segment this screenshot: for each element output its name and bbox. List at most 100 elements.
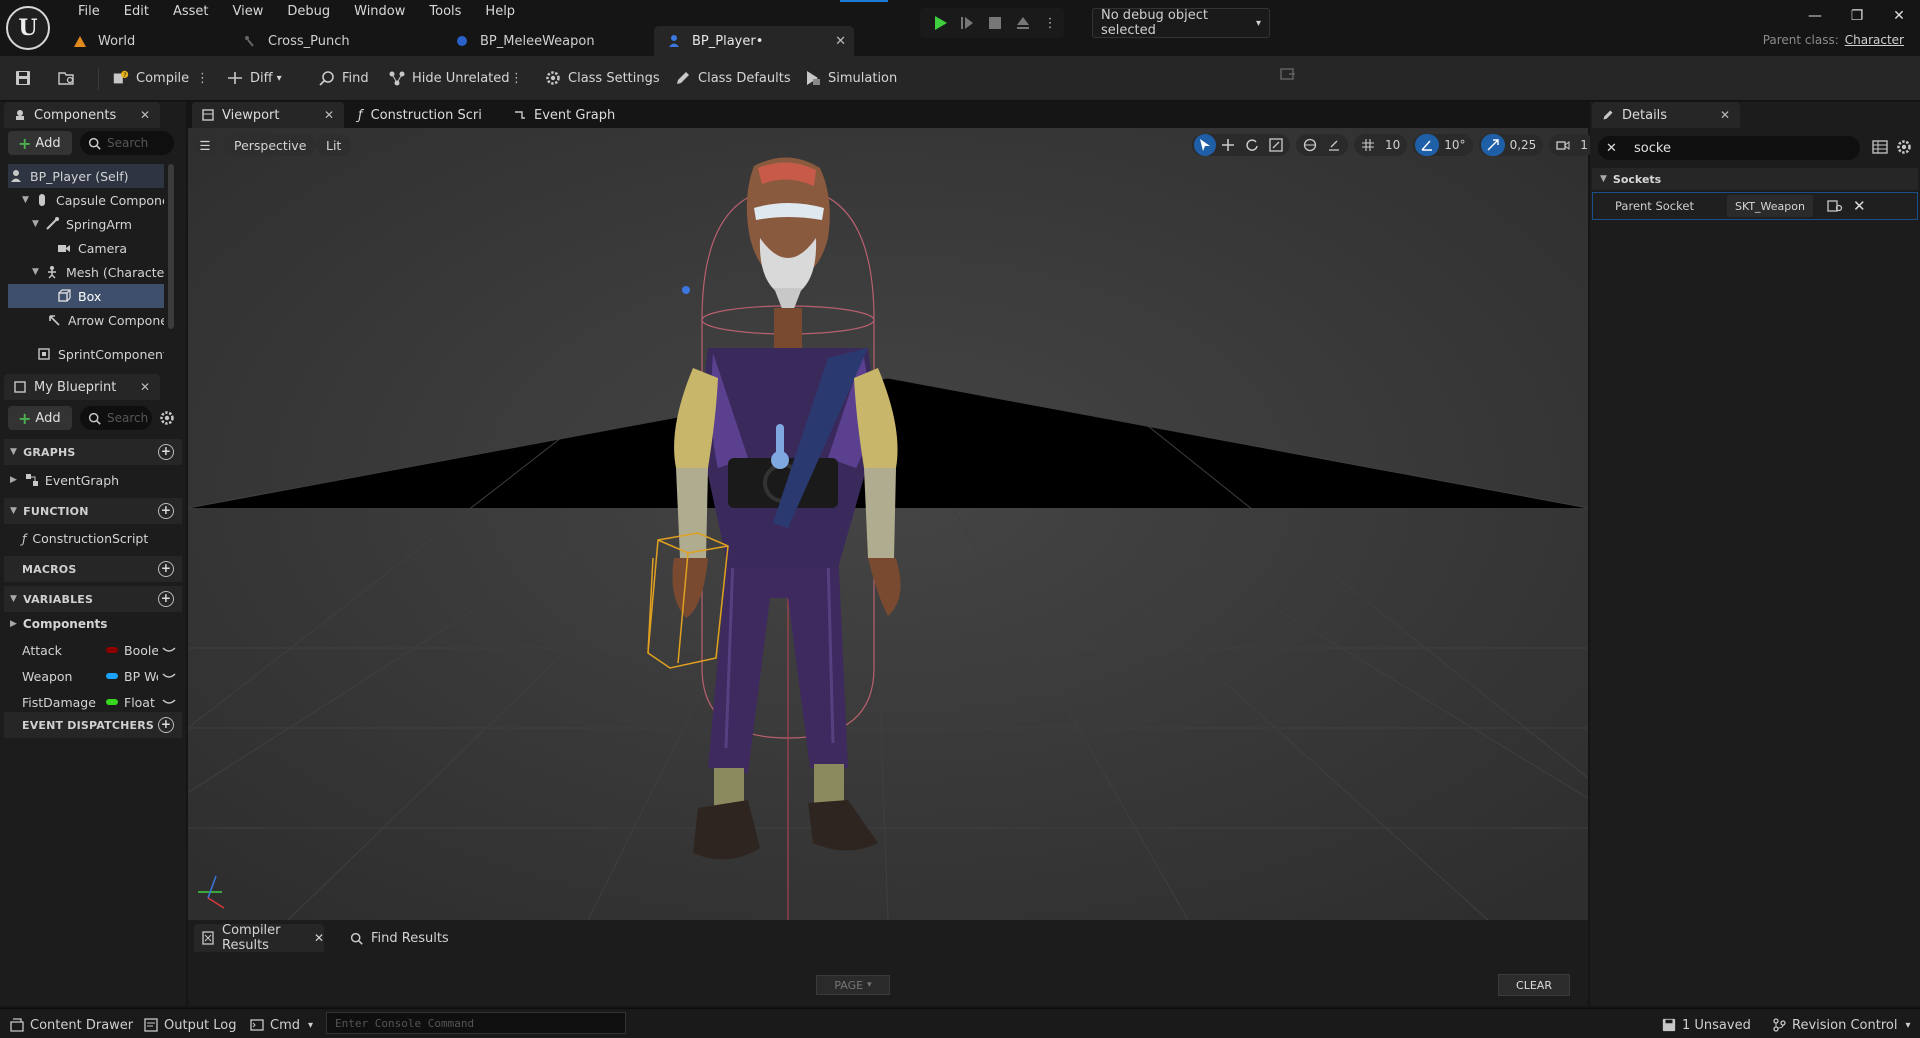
tab-compiler-results[interactable]: Compiler Results ✕ bbox=[194, 923, 324, 953]
minimize-icon[interactable]: — bbox=[1794, 0, 1836, 32]
simulation-button[interactable]: Simulation bbox=[804, 64, 897, 92]
add-member-button[interactable]: + Add bbox=[8, 406, 72, 430]
step-icon[interactable] bbox=[954, 9, 982, 37]
tab-viewport[interactable]: Viewport ✕ bbox=[192, 102, 344, 128]
menu-edit[interactable]: Edit bbox=[112, 2, 161, 22]
play-icon[interactable] bbox=[926, 9, 954, 37]
perspective-button[interactable]: Perspective bbox=[224, 134, 317, 156]
tree-item-camera[interactable]: Camera bbox=[8, 236, 164, 260]
restore-icon[interactable]: ❐ bbox=[1836, 0, 1878, 32]
add-component-button[interactable]: + Add bbox=[8, 131, 72, 155]
debug-filter-icon[interactable] bbox=[1280, 66, 1296, 82]
grid-snap-value[interactable]: 10 bbox=[1380, 134, 1405, 156]
menu-window[interactable]: Window bbox=[342, 2, 417, 22]
tab-cross-punch[interactable]: Cross_Punch bbox=[230, 26, 442, 56]
add-variable-icon[interactable]: + bbox=[158, 591, 174, 607]
tree-item-arrow[interactable]: Arrow Component bbox=[8, 308, 164, 332]
clear-value-icon[interactable]: ✕ bbox=[1853, 197, 1866, 215]
cmd-dropdown[interactable]: Cmd ▾ bbox=[250, 1015, 313, 1035]
translate-icon[interactable] bbox=[1216, 134, 1240, 156]
components-scrollbar[interactable] bbox=[168, 164, 174, 329]
eye-closed-icon[interactable] bbox=[162, 672, 176, 680]
page-dropdown[interactable]: PAGE ▾ bbox=[816, 975, 890, 995]
rotation-snap-icon[interactable] bbox=[1415, 134, 1440, 156]
section-graphs[interactable]: ▼ GRAPHS + bbox=[4, 439, 182, 465]
expand-arrow-icon[interactable]: ▼ bbox=[32, 219, 42, 229]
scale-icon[interactable] bbox=[1264, 134, 1288, 156]
variable-weapon[interactable]: Weapon BP Weapon bbox=[22, 664, 182, 688]
add-macro-icon[interactable]: + bbox=[158, 561, 174, 577]
graph-eventgraph[interactable]: ▶ EventGraph bbox=[10, 468, 180, 492]
variable-fistdamage[interactable]: FistDamage Float bbox=[22, 690, 182, 714]
tab-world[interactable]: World bbox=[60, 26, 230, 56]
gear-icon[interactable] bbox=[159, 410, 175, 426]
select-icon[interactable] bbox=[1194, 134, 1216, 156]
expand-arrow-icon[interactable]: ▶ bbox=[10, 619, 17, 629]
section-sockets[interactable]: ▼ Sockets bbox=[1592, 168, 1918, 190]
parent-socket-value[interactable]: SKT_Weapon bbox=[1727, 195, 1813, 217]
world-space-icon[interactable] bbox=[1298, 134, 1322, 156]
expand-arrow-icon[interactable]: ▼ bbox=[32, 267, 42, 277]
tab-construction-script[interactable]: ƒ Construction Script bbox=[348, 102, 498, 128]
grid-snap-icon[interactable] bbox=[1356, 134, 1380, 156]
tree-item-box[interactable]: Box bbox=[8, 284, 164, 308]
tree-item-capsule[interactable]: ▼ Capsule Component bbox=[8, 188, 164, 212]
section-variables[interactable]: ▼ VARIABLES + bbox=[4, 586, 182, 612]
tree-item-sprint[interactable]: SprintComponent bbox=[8, 342, 164, 366]
tab-find-results[interactable]: Find Results bbox=[342, 924, 449, 952]
eject-icon[interactable] bbox=[1009, 9, 1037, 37]
tree-item-self[interactable]: BP_Player (Self) bbox=[8, 164, 164, 188]
class-settings-button[interactable]: Class Settings bbox=[544, 64, 660, 92]
hide-unrelated-button[interactable]: Hide Unrelated bbox=[388, 64, 510, 92]
menu-tools[interactable]: Tools bbox=[417, 2, 473, 22]
tab-bp-player[interactable]: BP_Player• ✕ bbox=[654, 26, 854, 56]
close-icon[interactable]: ✕ bbox=[835, 34, 846, 49]
clear-button[interactable]: CLEAR bbox=[1498, 974, 1570, 996]
compile-options-icon[interactable]: ⋮ bbox=[196, 64, 209, 92]
menu-file[interactable]: File bbox=[66, 2, 112, 22]
tab-components[interactable]: Components ✕ bbox=[4, 102, 160, 128]
tab-bp-meleeweapon[interactable]: BP_MeleeWeapon bbox=[442, 26, 654, 56]
tree-item-mesh[interactable]: ▼ Mesh (CharacterMesh0) bbox=[8, 260, 164, 284]
close-icon[interactable]: ✕ bbox=[1720, 108, 1730, 122]
console-command-input[interactable]: Enter Console Command bbox=[326, 1012, 626, 1034]
close-icon[interactable]: ✕ bbox=[314, 931, 324, 945]
class-defaults-button[interactable]: Class Defaults bbox=[674, 64, 791, 92]
browse-button[interactable] bbox=[58, 64, 82, 92]
debug-object-select[interactable]: No debug object selected ▾ bbox=[1092, 8, 1270, 38]
section-macros[interactable]: MACROS + bbox=[4, 556, 182, 582]
content-drawer-button[interactable]: Content Drawer bbox=[10, 1015, 133, 1035]
add-dispatcher-icon[interactable]: + bbox=[158, 717, 174, 733]
add-function-icon[interactable]: + bbox=[158, 503, 174, 519]
stop-icon[interactable] bbox=[981, 9, 1009, 37]
section-functions[interactable]: ▼ FUNCTION + bbox=[4, 498, 182, 524]
close-icon[interactable]: ✕ bbox=[140, 108, 150, 122]
section-event-dispatchers[interactable]: EVENT DISPATCHERS + bbox=[4, 712, 182, 738]
variable-attack[interactable]: Attack Boolean bbox=[22, 638, 182, 662]
gear-icon[interactable] bbox=[1896, 139, 1912, 155]
close-icon[interactable]: ✕ bbox=[140, 380, 150, 394]
find-button[interactable]: Find bbox=[318, 64, 369, 92]
surface-snap-icon[interactable] bbox=[1322, 134, 1346, 156]
compile-button[interactable]: ? Compile bbox=[112, 64, 189, 92]
clear-search-icon[interactable]: ✕ bbox=[1606, 141, 1617, 156]
eye-closed-icon[interactable] bbox=[162, 698, 176, 706]
expand-arrow-icon[interactable]: ▶ bbox=[10, 475, 17, 485]
parent-class-link[interactable]: Character bbox=[1845, 33, 1904, 47]
add-graph-icon[interactable]: + bbox=[158, 444, 174, 460]
play-options-icon[interactable]: ⋮ bbox=[1036, 9, 1064, 37]
camera-speed-icon[interactable] bbox=[1551, 134, 1575, 156]
scale-snap-icon[interactable] bbox=[1480, 134, 1505, 156]
components-search-input[interactable]: Search bbox=[80, 131, 174, 155]
table-view-icon[interactable] bbox=[1872, 140, 1888, 154]
revision-control-button[interactable]: Revision Control ▾ bbox=[1772, 1015, 1911, 1035]
tab-my-blueprint[interactable]: My Blueprint ✕ bbox=[4, 374, 160, 400]
details-search-input[interactable]: socke bbox=[1598, 136, 1860, 160]
output-log-button[interactable]: Output Log bbox=[144, 1015, 237, 1035]
more-options-icon[interactable]: ⋮ bbox=[510, 64, 523, 92]
eye-closed-icon[interactable] bbox=[162, 646, 176, 654]
diff-button[interactable]: Diff ▾ bbox=[226, 64, 282, 92]
unreal-logo-icon[interactable]: U bbox=[6, 6, 50, 50]
rotation-snap-value[interactable]: 10° bbox=[1439, 134, 1470, 156]
close-window-icon[interactable]: ✕ bbox=[1878, 0, 1920, 32]
